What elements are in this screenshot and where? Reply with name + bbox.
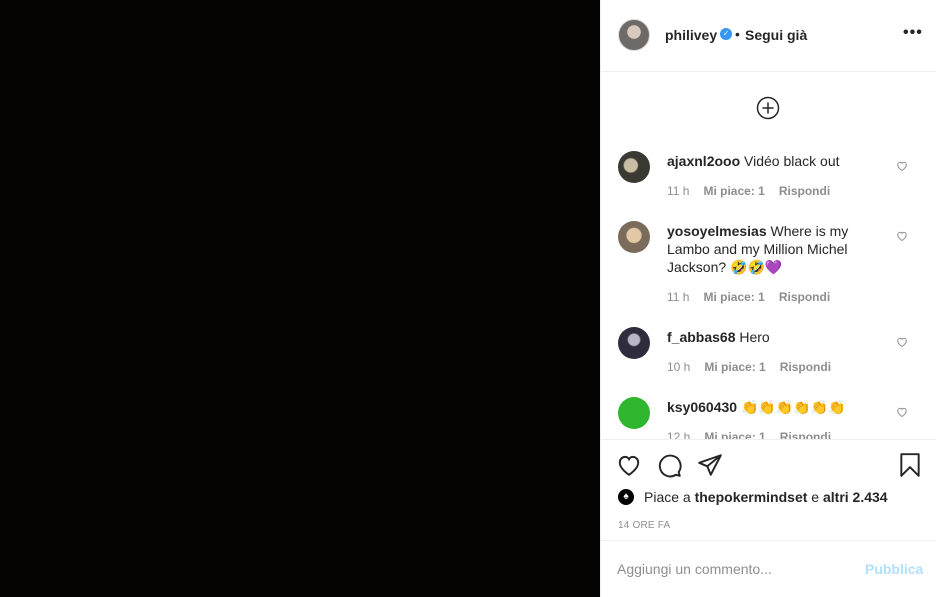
bookmark-icon[interactable] [897, 452, 923, 478]
heart-icon[interactable] [896, 230, 908, 242]
post-media-video[interactable] [0, 0, 600, 597]
liker-username[interactable]: thepokermindset [695, 489, 808, 505]
comment-time[interactable]: 10 h [667, 360, 690, 374]
author-avatar[interactable] [618, 19, 650, 51]
post-button[interactable]: Pubblica [865, 561, 923, 577]
comment-meta: 10 h Mi piace: 1 Rispondi [667, 360, 831, 374]
commenter-username[interactable]: ksy060430 [667, 399, 737, 415]
comment-likes[interactable]: Mi piace: 1 [703, 290, 764, 304]
comment-meta: 11 h Mi piace: 1 Rispondi [667, 184, 830, 198]
comment-body: ksy060430 👏👏👏👏👏👏 [667, 398, 887, 416]
commenter-username[interactable]: yosoyelmesias [667, 223, 767, 239]
comment-body: f_abbas68 Hero [667, 328, 887, 346]
author-username[interactable]: philivey [665, 27, 717, 43]
post-actions: ♠ Piace a thepokermindset e altri 2.434 … [601, 439, 936, 540]
comment-meta: 12 h Mi piace: 1 Rispondi [667, 430, 831, 439]
heart-icon[interactable] [616, 452, 642, 478]
post-time[interactable]: 14 ORE FA [618, 520, 670, 531]
comment-icon[interactable] [657, 452, 683, 478]
verified-badge-icon: ✓ [720, 28, 732, 40]
comment-time[interactable]: 12 h [667, 430, 690, 439]
plus-circle-icon[interactable] [756, 96, 780, 120]
commenter-username[interactable]: ajaxnl2ooo [667, 153, 740, 169]
commenter-avatar[interactable] [618, 151, 650, 183]
comments-list[interactable]: ajaxnl2ooo Vidéo black out 11 h Mi piace… [601, 73, 936, 439]
reply-button[interactable]: Rispondi [779, 290, 830, 304]
commenter-username[interactable]: f_abbas68 [667, 329, 735, 345]
heart-icon[interactable] [896, 160, 908, 172]
heart-icon[interactable] [896, 406, 908, 418]
more-options-icon[interactable]: ••• [903, 24, 923, 42]
spade-icon[interactable]: ♠ [618, 489, 634, 505]
post-header: philivey ✓ • Segui già ••• [601, 0, 936, 72]
comment-input[interactable] [617, 559, 847, 579]
comment-time[interactable]: 11 h [667, 290, 689, 304]
comment-text: Vidéo black out [744, 153, 840, 169]
comment-body: yosoyelmesias Where is my Lambo and my M… [667, 222, 887, 276]
separator-dot: • [735, 26, 740, 42]
reply-button[interactable]: Rispondi [779, 184, 830, 198]
paper-plane-icon[interactable] [697, 452, 723, 478]
comment-meta: 11 h Mi piace: 1 Rispondi [667, 290, 830, 304]
comment-composer: Pubblica [601, 540, 936, 597]
reply-button[interactable]: Rispondi [780, 430, 831, 439]
post-side-panel: philivey ✓ • Segui già ••• ajaxnl2ooo Vi… [600, 0, 936, 597]
comment-time[interactable]: 11 h [667, 184, 689, 198]
comment-likes[interactable]: Mi piace: 1 [703, 184, 764, 198]
likes-prefix: Piace a [644, 489, 691, 505]
comment-likes[interactable]: Mi piace: 1 [704, 360, 765, 374]
comment-text: Hero [739, 329, 770, 345]
commenter-avatar[interactable] [618, 397, 650, 429]
commenter-avatar[interactable] [618, 221, 650, 253]
comment-likes[interactable]: Mi piace: 1 [704, 430, 765, 439]
likes-middle: e [811, 489, 820, 505]
reply-button[interactable]: Rispondi [780, 360, 831, 374]
heart-icon[interactable] [896, 336, 908, 348]
comment-body: ajaxnl2ooo Vidéo black out [667, 152, 887, 170]
comment-text: 👏👏👏👏👏👏 [740, 399, 846, 415]
commenter-avatar[interactable] [618, 327, 650, 359]
others-count[interactable]: altri 2.434 [823, 489, 888, 505]
likes-summary: ♠ Piace a thepokermindset e altri 2.434 [618, 489, 888, 505]
following-button[interactable]: Segui già [745, 27, 807, 43]
